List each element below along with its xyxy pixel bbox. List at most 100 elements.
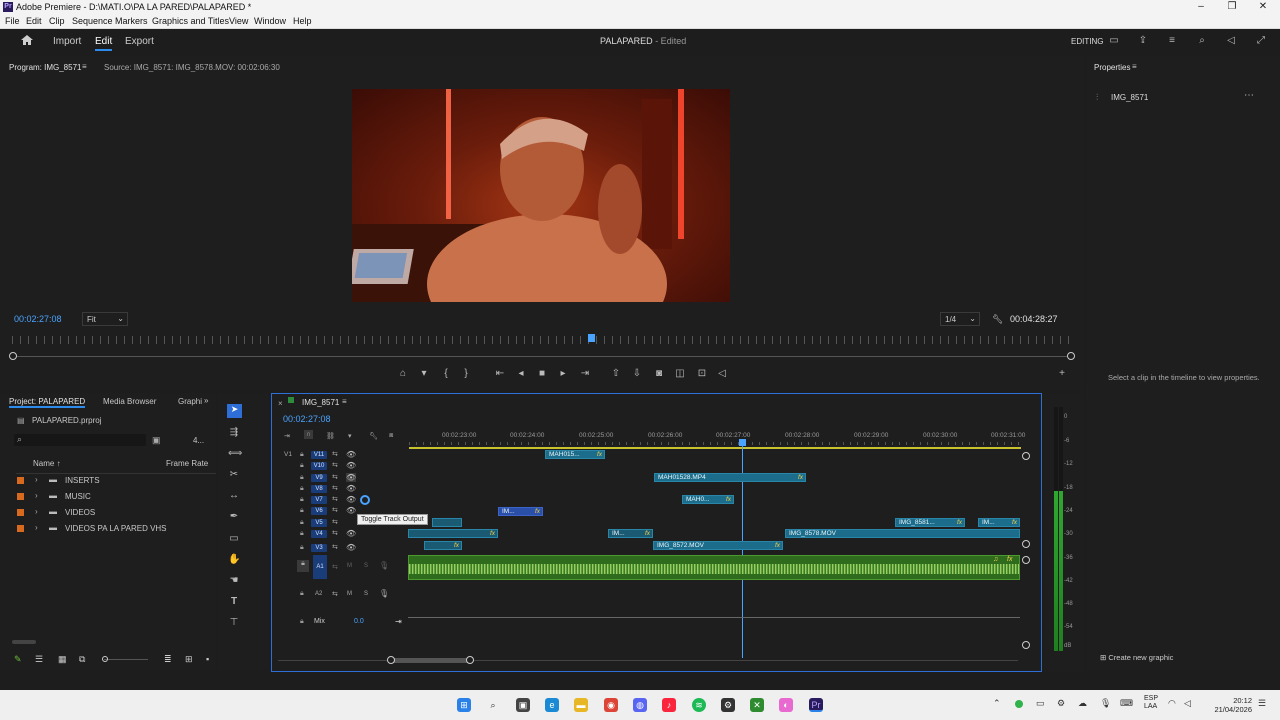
list-view-icon[interactable]: ☰	[35, 654, 43, 665]
clip-v3-b[interactable]: IMG_8572.MOV fx	[653, 541, 783, 550]
go-to-end-icon[interactable]: ⇥	[395, 617, 402, 626]
column-frame-rate-header[interactable]: Frame Rate	[166, 459, 208, 468]
source-patch-v1[interactable]: V1	[284, 451, 292, 458]
clip-v4-a[interactable]: fx	[408, 529, 498, 538]
eye-icon[interactable]: 👁︎	[346, 495, 356, 504]
lock-icon[interactable]: 🔒︎	[300, 451, 304, 459]
properties-tab[interactable]: Properties	[1094, 63, 1130, 72]
sync-lock-icon[interactable]: ⇆	[332, 450, 338, 458]
bin-row-inserts[interactable]: › ▬ INSERTS	[17, 474, 212, 488]
audio-scroll-handle-bottom[interactable]	[1022, 641, 1030, 649]
maximize-button[interactable]: ❐	[1217, 1, 1247, 14]
horizontal-scrollbar[interactable]	[12, 640, 36, 644]
program-menu-icon[interactable]: ≡	[82, 62, 87, 71]
menu-markers[interactable]: Markers	[115, 16, 148, 26]
captions-icon[interactable]: ⧈	[389, 432, 393, 440]
caption-tool-icon[interactable]: ⊤	[228, 617, 240, 629]
zoom-hand-icon[interactable]: ☚	[228, 575, 240, 587]
camera-icon[interactable]: ◙	[653, 368, 665, 380]
share-icon[interactable]: ⇪	[1137, 35, 1149, 47]
clip-v5-b[interactable]: IMG_8581... fx	[895, 518, 965, 527]
audio-scroll-handle-top[interactable]	[1022, 556, 1030, 564]
edit-tab[interactable]: Edit	[95, 36, 113, 51]
linked-selection-icon[interactable]: ⛓	[326, 432, 335, 440]
search-icon[interactable]: ⌕	[486, 698, 500, 712]
clip-v3-a[interactable]: fx	[424, 541, 462, 550]
menu-window[interactable]: Window	[254, 16, 286, 26]
automate-icon[interactable]: ⊞	[185, 654, 193, 665]
sync-lock-icon[interactable]: ⇆	[332, 590, 338, 598]
notifications-icon[interactable]: ☰	[1258, 698, 1266, 709]
track-target-v8[interactable]: V8	[311, 485, 327, 493]
sequence-tab[interactable]: IMG_8571	[302, 398, 339, 407]
workspace-label[interactable]: EDITING	[1071, 37, 1103, 46]
lock-icon[interactable]: 🔒︎	[300, 474, 304, 482]
project-search-input[interactable]: ⌕	[14, 434, 146, 446]
sync-lock-icon[interactable]: ⇆	[332, 473, 338, 481]
menu-help[interactable]: Help	[293, 16, 312, 26]
video-scroll-handle-top[interactable]	[1022, 452, 1030, 460]
solo-button[interactable]: S	[364, 591, 368, 597]
menu-file[interactable]: File	[5, 16, 20, 26]
sync-lock-icon[interactable]: ⇆	[332, 543, 338, 551]
source-tab[interactable]: Source: IMG_8571: IMG_8578.MOV: 00:02:06…	[104, 63, 280, 72]
rectangle-tool-icon[interactable]: ▭	[228, 533, 240, 545]
timeline-timecode[interactable]: 00:02:27:08	[283, 414, 331, 424]
menu-sequence[interactable]: Sequence	[72, 16, 113, 26]
clip-v5-a[interactable]	[432, 518, 462, 527]
sort-icon[interactable]: ≣	[164, 654, 172, 665]
new-bin-icon[interactable]: ▣	[152, 435, 161, 446]
step-forward-icon[interactable]: ▸	[557, 368, 569, 380]
sync-lock-icon[interactable]: ⇆	[332, 529, 338, 537]
clip-v9[interactable]: MAH01528.MP4 fx	[654, 473, 806, 482]
expand-arrow-icon[interactable]: ›	[35, 491, 38, 500]
track-target-v9[interactable]: V9	[311, 474, 327, 482]
monitor-zoom-bar[interactable]	[12, 356, 1072, 357]
microphone-icon[interactable]: 🎙︎	[379, 561, 389, 570]
volume-icon[interactable]: ◁	[1225, 35, 1237, 47]
new-item-icon[interactable]: ▪	[206, 654, 209, 664]
mix-value[interactable]: 0.0	[354, 618, 364, 625]
vr-icon[interactable]: ⊡	[696, 368, 708, 380]
bin-row-music[interactable]: › ▬ MUSIC	[17, 490, 212, 504]
column-name-header[interactable]: Name ↑	[33, 459, 61, 468]
fullscreen-icon[interactable]: ⤢	[1255, 35, 1267, 47]
zoom-handle-right[interactable]	[1067, 352, 1075, 360]
lock-icon[interactable]: 🔒︎	[300, 544, 304, 552]
video-scroll-handle-bottom[interactable]	[1022, 540, 1030, 548]
lock-icon[interactable]: 🔒︎	[300, 590, 304, 598]
program-tab[interactable]: Program: IMG_8571	[9, 63, 81, 72]
lift-icon[interactable]: ⇧	[610, 368, 622, 380]
expand-arrow-icon[interactable]: ›	[35, 507, 38, 516]
wrench-icon[interactable]: 🔧︎	[992, 314, 1003, 325]
eye-icon[interactable]: 👁︎	[346, 461, 356, 470]
lock-icon[interactable]: 🔒︎	[300, 485, 304, 493]
go-to-out-icon[interactable]: ⇥	[579, 368, 591, 380]
edge-icon[interactable]: e	[545, 698, 559, 712]
track-target-v10[interactable]: V10	[311, 462, 327, 470]
chrome-icon[interactable]: ◉	[604, 698, 618, 712]
timeline-ruler-ticks[interactable]	[409, 442, 1021, 445]
minimize-button[interactable]: –	[1186, 1, 1216, 14]
clip-v4-c[interactable]: IMG_8578.MOV	[785, 529, 1020, 538]
timeline-menu-icon[interactable]: ≡	[342, 397, 347, 406]
slip-tool-icon[interactable]: ↔	[228, 490, 240, 502]
razor-tool-icon[interactable]: ✂	[228, 469, 240, 481]
go-to-in-icon[interactable]: ⇤	[494, 368, 506, 380]
eye-icon[interactable]: 👁︎	[346, 529, 356, 538]
steam-icon[interactable]: ⚙	[721, 698, 735, 712]
monitor-playhead[interactable]	[588, 334, 595, 342]
track-target-v4[interactable]: V4	[311, 530, 327, 538]
freeform-view-icon[interactable]: ⧉	[79, 654, 85, 665]
mute-button[interactable]: M	[347, 591, 352, 597]
menu-edit[interactable]: Edit	[26, 16, 42, 26]
volume-icon[interactable]: ◁	[1184, 698, 1191, 709]
search-icon[interactable]: ⌕	[1196, 35, 1208, 47]
menu-view[interactable]: View	[229, 16, 248, 26]
xbox-icon[interactable]: ✕	[750, 698, 764, 712]
sync-lock-icon[interactable]: ⇆	[332, 484, 338, 492]
pen-tool-icon[interactable]: ✒	[228, 511, 240, 523]
snap-icon[interactable]: ∩	[304, 430, 314, 439]
lock-icon[interactable]: 🔒︎	[300, 519, 304, 527]
mark-out-icon[interactable]: }	[460, 368, 472, 380]
